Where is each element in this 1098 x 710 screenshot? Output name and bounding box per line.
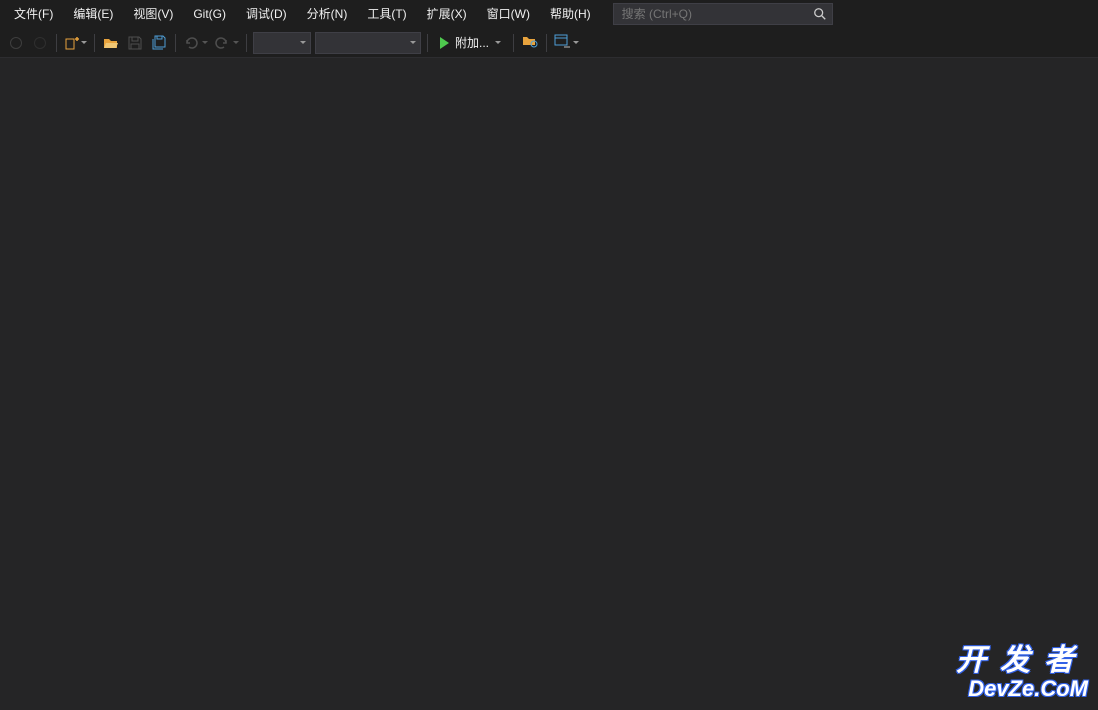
redo-button[interactable]: [212, 31, 241, 55]
menu-help[interactable]: 帮助(H): [540, 0, 601, 28]
undo-icon: [183, 35, 199, 51]
watermark-title: 开发者: [956, 646, 1088, 676]
dropdown-caret-icon: [300, 41, 306, 44]
nav-back-button[interactable]: [5, 31, 27, 55]
menu-file[interactable]: 文件(F): [4, 0, 63, 28]
new-item-icon: [64, 36, 78, 50]
search-icon[interactable]: [812, 6, 828, 22]
solution-platform-dropdown[interactable]: [315, 32, 421, 54]
browse-button[interactable]: [519, 31, 541, 55]
menu-git[interactable]: Git(G): [183, 0, 236, 28]
open-file-button[interactable]: [100, 31, 122, 55]
dropdown-caret-icon: [573, 41, 579, 44]
solution-config-dropdown[interactable]: [253, 32, 311, 54]
editor-area: [0, 58, 1098, 710]
menu-bar: 文件(F) 编辑(E) 视图(V) Git(G) 调试(D) 分析(N) 工具(…: [0, 0, 1098, 28]
open-folder-icon: [103, 35, 119, 51]
nav-forward-icon: [34, 37, 46, 49]
window-layout-icon: [554, 33, 570, 52]
save-all-icon: [151, 35, 167, 51]
folder-refresh-icon: [522, 33, 538, 52]
toolbar-separator: [427, 34, 428, 52]
nav-forward-button[interactable]: [29, 31, 51, 55]
menu-window[interactable]: 窗口(W): [477, 0, 540, 28]
menu-analyze[interactable]: 分析(N): [297, 0, 358, 28]
new-item-button[interactable]: [62, 31, 89, 55]
watermark-subtitle: DevZe.CoM: [956, 678, 1088, 700]
attach-label: 附加...: [455, 34, 489, 51]
menu-extensions[interactable]: 扩展(X): [417, 0, 477, 28]
toolbar-separator: [56, 34, 57, 52]
menu-tools[interactable]: 工具(T): [357, 0, 416, 28]
redo-icon: [214, 35, 230, 51]
toolbar-separator: [94, 34, 95, 52]
save-all-button[interactable]: [148, 31, 170, 55]
menu-edit[interactable]: 编辑(E): [63, 0, 123, 28]
menu-view[interactable]: 视图(V): [123, 0, 183, 28]
menu-debug[interactable]: 调试(D): [236, 0, 297, 28]
search-box[interactable]: [613, 3, 833, 25]
start-debug-button[interactable]: 附加...: [434, 31, 507, 55]
play-icon: [440, 37, 449, 49]
undo-button[interactable]: [181, 31, 210, 55]
save-button[interactable]: [124, 31, 146, 55]
toolbar-separator: [513, 34, 514, 52]
save-icon: [127, 35, 143, 51]
window-layout-button[interactable]: [552, 31, 581, 55]
dropdown-caret-icon: [202, 41, 208, 44]
dropdown-caret-icon: [233, 41, 239, 44]
dropdown-caret-icon: [495, 41, 501, 44]
toolbar-separator: [175, 34, 176, 52]
dropdown-caret-icon: [81, 41, 87, 44]
dropdown-caret-icon: [410, 41, 416, 44]
toolbar-separator: [246, 34, 247, 52]
search-input[interactable]: [618, 7, 812, 21]
nav-back-icon: [10, 37, 22, 49]
toolbar-separator: [546, 34, 547, 52]
watermark: 开发者 DevZe.CoM: [956, 646, 1088, 700]
toolbar: 附加...: [0, 28, 1098, 58]
